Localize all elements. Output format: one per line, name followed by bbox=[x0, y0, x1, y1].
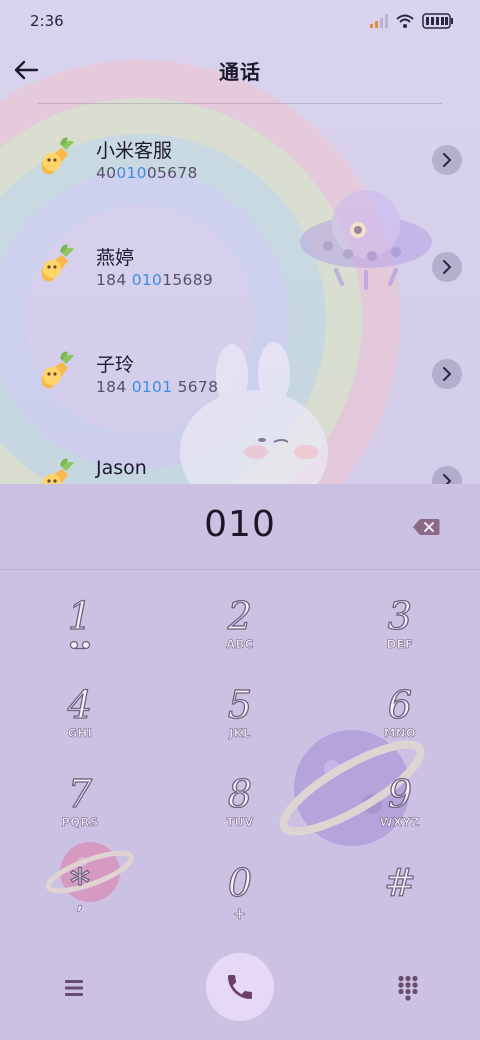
menu-icon bbox=[65, 980, 83, 996]
bottom-bar bbox=[0, 940, 480, 1040]
key-digit: 5 bbox=[227, 682, 253, 727]
key-digit: 1 bbox=[67, 593, 93, 638]
key-star[interactable]: * , bbox=[10, 860, 150, 945]
key-letters: MNO bbox=[383, 726, 417, 741]
contact-detail-button[interactable] bbox=[432, 252, 462, 282]
keypad: 1 2 ABC 3 DEF 4 GHI 5 JKL 6 MNO 7 PQRS 8… bbox=[0, 580, 480, 940]
number-prefix: 184 bbox=[96, 271, 132, 289]
key-digit: 6 bbox=[387, 682, 413, 727]
number-prefix: 40 bbox=[96, 164, 117, 182]
contact-number: 184 01015689 bbox=[96, 271, 213, 289]
key-digit: # bbox=[383, 860, 416, 905]
dialpad-toggle-button[interactable] bbox=[386, 970, 430, 1006]
key-letters: TUV bbox=[226, 815, 254, 830]
key-digit: 3 bbox=[387, 593, 413, 638]
contact-name: 燕婷 bbox=[96, 247, 135, 269]
key-4[interactable]: 4 GHI bbox=[10, 682, 150, 767]
voicemail-icon bbox=[69, 640, 91, 650]
chevron-right-icon bbox=[443, 260, 451, 274]
contact-number: 184 0101 5678 bbox=[96, 378, 218, 396]
key-9[interactable]: 9 WXYZ bbox=[330, 771, 470, 856]
contact-detail-button[interactable] bbox=[432, 145, 462, 175]
battery-icon bbox=[422, 13, 453, 29]
key-digit: 8 bbox=[227, 771, 253, 816]
page-title: 通话 bbox=[219, 60, 261, 84]
key-hash[interactable]: # bbox=[330, 860, 470, 945]
carrot-avatar-icon bbox=[41, 351, 74, 389]
chevron-right-icon bbox=[443, 474, 451, 484]
dial-display: 010 bbox=[0, 484, 480, 570]
contact-row[interactable]: 小米客服 4001005678 bbox=[0, 104, 480, 210]
number-suffix: 05678 bbox=[146, 164, 198, 182]
contact-name: 子玲 bbox=[96, 354, 135, 376]
menu-button[interactable] bbox=[52, 970, 96, 1006]
backspace-icon bbox=[413, 519, 440, 535]
key-6[interactable]: 6 MNO bbox=[330, 682, 470, 767]
chevron-right-icon bbox=[443, 153, 451, 167]
number-suffix: 15689 bbox=[162, 271, 214, 289]
key-2[interactable]: 2 ABC bbox=[170, 593, 310, 678]
number-prefix: 184 bbox=[96, 378, 132, 396]
key-letters: JKL bbox=[228, 726, 252, 741]
key-3[interactable]: 3 DEF bbox=[330, 593, 470, 678]
key-letters: PQRS bbox=[61, 815, 99, 830]
key-digit: 2 bbox=[227, 593, 253, 638]
key-letters: DEF bbox=[386, 637, 414, 652]
key-digit: 7 bbox=[67, 771, 93, 816]
contact-list: 小米客服 4001005678 燕婷 184 01015689 子玲 184 0… bbox=[0, 104, 480, 484]
status-bar: 2:36 bbox=[0, 0, 480, 42]
wifi-icon bbox=[396, 14, 414, 28]
key-letters: WXYZ bbox=[379, 815, 421, 830]
number-highlight: 0101 bbox=[131, 378, 173, 396]
status-time: 2:36 bbox=[30, 12, 64, 30]
contact-name: 小米客服 bbox=[96, 140, 173, 162]
phone-icon bbox=[228, 975, 252, 999]
signal-icon bbox=[370, 14, 388, 28]
contact-detail-button[interactable] bbox=[432, 466, 462, 484]
key-7[interactable]: 7 PQRS bbox=[10, 771, 150, 856]
key-digit: 4 bbox=[67, 682, 93, 727]
number-highlight: 010 bbox=[116, 164, 147, 182]
contact-number: 4001005678 bbox=[96, 164, 198, 182]
contact-name: Jason bbox=[96, 457, 147, 479]
key-8[interactable]: 8 TUV bbox=[170, 771, 310, 856]
contact-row[interactable]: 子玲 184 0101 5678 bbox=[0, 318, 480, 424]
key-letters: GHI bbox=[67, 726, 93, 741]
key-digit: 0 bbox=[227, 860, 253, 905]
carrot-avatar-icon bbox=[41, 137, 74, 175]
status-icons bbox=[370, 13, 454, 29]
key-letters: , bbox=[76, 893, 84, 915]
number-suffix: 5678 bbox=[172, 378, 219, 396]
call-button[interactable] bbox=[206, 953, 274, 1021]
header: 通话 bbox=[0, 42, 480, 102]
number-highlight: 010 bbox=[131, 271, 163, 289]
contact-row[interactable]: Jason bbox=[0, 425, 480, 484]
carrot-avatar-icon bbox=[41, 244, 74, 282]
dialpad-icon bbox=[398, 975, 418, 1001]
key-digit: 9 bbox=[387, 771, 413, 816]
contact-detail-button[interactable] bbox=[432, 359, 462, 389]
chevron-right-icon bbox=[443, 367, 451, 381]
key-letters: ABC bbox=[226, 637, 254, 652]
key-1[interactable]: 1 bbox=[10, 593, 150, 678]
key-0[interactable]: 0 + bbox=[170, 860, 310, 945]
dial-divider bbox=[0, 569, 480, 570]
contact-row[interactable]: 燕婷 184 01015689 bbox=[0, 211, 480, 317]
key-5[interactable]: 5 JKL bbox=[170, 682, 310, 767]
carrot-avatar-icon bbox=[41, 458, 74, 484]
key-letters: + bbox=[233, 904, 247, 924]
backspace-button[interactable] bbox=[406, 512, 446, 542]
